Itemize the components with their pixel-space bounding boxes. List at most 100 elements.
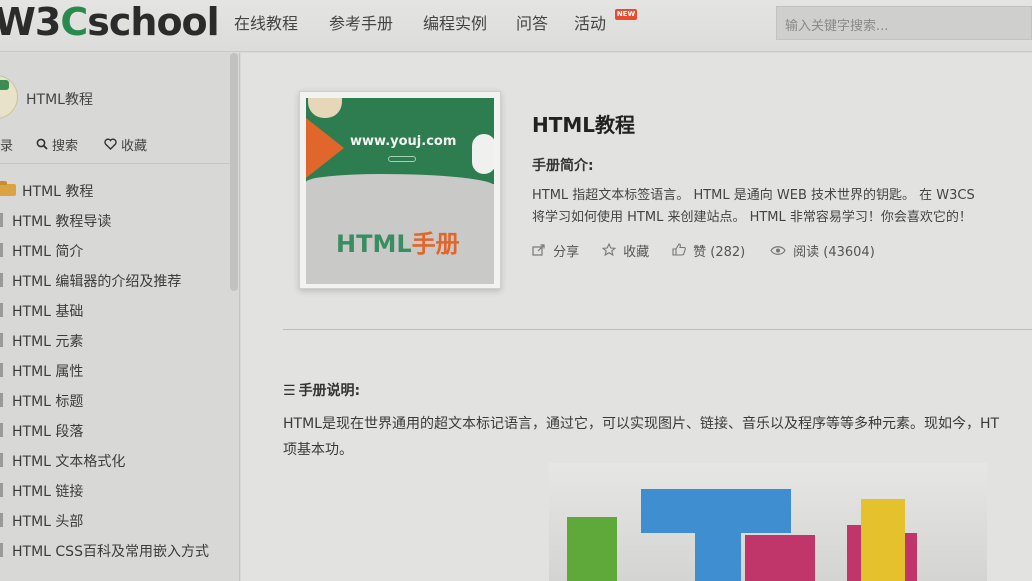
nav-item-activities[interactable]: 活动 [574, 10, 606, 34]
book-avatar [0, 75, 18, 119]
intro-line: 将学习如何使用 HTML 来创建站点。 HTML 非常容易学习！你会喜欢它的！ [532, 210, 972, 225]
favorite-label: 收藏 [121, 139, 148, 154]
intro-text: HTML 指超文本标签语言。 HTML 是通向 WEB 技术世界的钥匙。 在 W… [532, 185, 1032, 229]
cover-orange-shape [306, 118, 344, 178]
favorite-button[interactable]: 收藏 [104, 135, 147, 154]
sidebar-item-introduction[interactable]: HTML 简介 [0, 235, 230, 265]
book-cover-image: www.youj.com HTML手册 [306, 98, 494, 284]
nav-item-reference[interactable]: 参考手册 [329, 10, 393, 34]
item-marker [0, 483, 3, 497]
sidebar-item-editors[interactable]: HTML 编辑器的介绍及推荐 [0, 265, 230, 295]
sidebar-item-headings[interactable]: HTML 标题 [0, 385, 230, 415]
item-marker [0, 303, 3, 317]
logo-w3: W3 [0, 0, 61, 44]
item-marker [0, 273, 3, 287]
like-label: 赞 (282) [693, 245, 746, 260]
item-marker [0, 333, 3, 347]
sidebar-item-label: HTML 文本格式化 [12, 454, 126, 470]
item-marker [0, 363, 3, 377]
search-input[interactable]: 输入关键字搜索... [776, 6, 1032, 40]
sidebar-item-label: HTML 教程导读 [12, 214, 112, 230]
eye-icon [770, 245, 790, 260]
item-marker [0, 543, 3, 557]
search-icon [36, 138, 48, 153]
item-marker [0, 513, 3, 527]
section-divider [283, 329, 1032, 330]
thumbs-up-icon [672, 243, 690, 260]
logo-c: C [60, 0, 88, 44]
sidebar-item-label: HTML 链接 [12, 484, 84, 500]
book-actions: 分享 收藏 赞 (282) 阅读 (43604) [532, 241, 1032, 261]
directory-button[interactable]: 录 [0, 135, 13, 154]
description-line: HTML是现在世界通用的超文本标记语言，通过它，可以实现图片、链接、音乐以及程序… [283, 416, 1000, 432]
mouse-icon [472, 134, 494, 174]
cover-title-manual: 手册 [411, 230, 460, 258]
item-marker [0, 243, 3, 257]
new-badge: NEW [615, 9, 637, 20]
item-marker [0, 423, 3, 437]
favorite-action-button[interactable]: 收藏 [601, 241, 649, 260]
star-icon [601, 242, 620, 260]
folder-icon [0, 181, 16, 196]
sidebar-item-label: HTML CSS百科及常用嵌入方式 [12, 544, 209, 560]
html-letters-image [549, 463, 987, 581]
sidebar-item-label: HTML 元素 [12, 334, 84, 350]
sidebar-item-label: HTML 头部 [12, 514, 84, 530]
logo-school: school [87, 0, 219, 44]
sidebar-divider [0, 163, 230, 164]
intro-label: 手册简介: [532, 158, 594, 174]
nav-item-tutorials[interactable]: 在线教程 [234, 10, 298, 34]
list-icon: ☰ [283, 383, 296, 399]
sidebar-scrollbar[interactable] [230, 53, 238, 291]
sidebar-item-head[interactable]: HTML 头部 [0, 505, 230, 535]
sidebar-title: HTML教程 [26, 92, 93, 108]
blue-block-top [641, 489, 791, 533]
sidebar-item-label: HTML 教程 [22, 184, 94, 200]
nav-item-examples[interactable]: 编程实例 [423, 10, 487, 34]
sidebar-item-formatting[interactable]: HTML 文本格式化 [0, 445, 230, 475]
sidebar-item-css[interactable]: HTML CSS百科及常用嵌入方式 [0, 535, 230, 565]
read-label: 阅读 (43604) [793, 245, 875, 260]
like-button[interactable]: 赞 (282) [672, 241, 745, 260]
share-button[interactable]: 分享 [532, 241, 579, 260]
cover-button-shape [388, 156, 416, 162]
description-label: ☰ 手册说明: [283, 380, 360, 400]
nav-item-qa[interactable]: 问答 [516, 10, 548, 34]
book-cover[interactable]: www.youj.com HTML手册 [299, 91, 501, 289]
cover-title-html: HTML [336, 230, 412, 258]
top-header: W3Cschool 在线教程 参考手册 编程实例 问答 活动 NEW 输入关键字… [0, 0, 1032, 52]
green-block [567, 517, 617, 581]
blue-block-stem [695, 529, 741, 581]
search-label: 搜索 [52, 139, 79, 154]
item-marker [0, 213, 3, 227]
red-block [905, 533, 917, 581]
item-marker [0, 393, 3, 407]
main-content: www.youj.com HTML手册 HTML教程 手册简介: HTML 指超… [241, 53, 1032, 581]
directory-label: 录 [0, 139, 14, 154]
read-count: 阅读 (43604) [770, 241, 875, 260]
search-button[interactable]: 搜索 [36, 135, 78, 154]
yellow-block [861, 499, 905, 581]
sidebar-item-label: HTML 编辑器的介绍及推荐 [12, 274, 182, 290]
description-label-text: 手册说明: [298, 383, 361, 399]
sidebar: HTML教程 录 搜索 收藏 HTML 教程 HTML 教程导读 HTML 简介 [0, 53, 240, 581]
sidebar-item-attributes[interactable]: HTML 属性 [0, 355, 230, 385]
sidebar-item-links[interactable]: HTML 链接 [0, 475, 230, 505]
share-icon [532, 244, 550, 260]
heart-icon [104, 138, 117, 153]
description-text: HTML是现在世界通用的超文本标记语言，通过它，可以实现图片、链接、音乐以及程序… [283, 411, 1032, 463]
sidebar-item-elements[interactable]: HTML 元素 [0, 325, 230, 355]
sidebar-item-html-tutorial[interactable]: HTML 教程 [0, 175, 230, 205]
item-marker [0, 453, 3, 467]
share-label: 分享 [553, 245, 580, 260]
cover-title: HTML手册 [336, 224, 460, 259]
description-line: 项基本功。 [283, 442, 353, 458]
sidebar-item-paragraphs[interactable]: HTML 段落 [0, 415, 230, 445]
site-logo[interactable]: W3Cschool [0, 0, 220, 44]
book-title: HTML教程 [532, 113, 636, 137]
sidebar-item-intro-guide[interactable]: HTML 教程导读 [0, 205, 230, 235]
intro-line: HTML 指超文本标签语言。 HTML 是通向 WEB 技术世界的钥匙。 在 W… [532, 188, 975, 203]
sidebar-item-label: HTML 段落 [12, 424, 84, 440]
sidebar-item-label: HTML 标题 [12, 394, 84, 410]
sidebar-item-basics[interactable]: HTML 基础 [0, 295, 230, 325]
